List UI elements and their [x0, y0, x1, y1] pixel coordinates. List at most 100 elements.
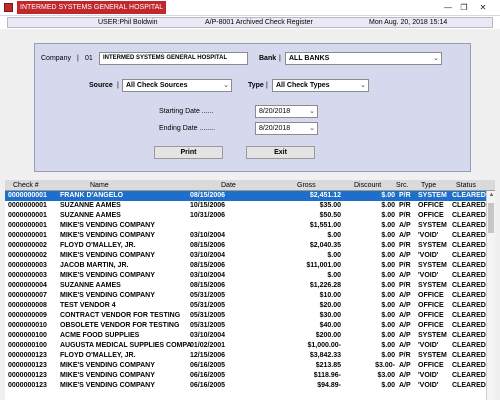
- table-row[interactable]: 0000000001 MIKE'S VENDING COMPANY $1,551.0…: [5, 221, 486, 231]
- date-cell: 08/15/2006: [190, 262, 226, 269]
- source-cell: A/P: [399, 382, 411, 389]
- status-cell: CLEARED: [452, 212, 486, 219]
- discount-cell: $.00: [381, 212, 395, 219]
- table-row[interactable]: 0000000001 SUZANNE AAMES 10/31/2006 $50.50 $…: [5, 211, 486, 221]
- type-select[interactable]: All Check Types ⌄: [272, 79, 369, 92]
- col-src[interactable]: Src.: [396, 181, 408, 190]
- status-cell: CLEARED: [452, 372, 486, 379]
- bank-value: ALL BANKS: [289, 55, 330, 62]
- exit-button[interactable]: Exit: [246, 146, 315, 159]
- payee-name-cell: MIKE'S VENDING COMPANY: [60, 292, 155, 299]
- check-number-cell: 0000000008: [8, 302, 47, 309]
- payee-name-cell: SUZANNE AAMES: [60, 282, 121, 289]
- status-cell: CLEARED: [452, 352, 486, 359]
- end-date-label: Ending Date ........: [159, 125, 216, 132]
- bank-select[interactable]: ALL BANKS ⌄: [285, 52, 442, 65]
- payee-name-cell: JACOB MARTIN, JR.: [60, 262, 129, 269]
- table-row[interactable]: 0000000100 AUGUSTA MEDICAL SUPPLIES COMPA…: [5, 341, 486, 351]
- discount-cell: $.00: [381, 302, 395, 309]
- status-cell: CLEARED: [452, 342, 486, 349]
- chevron-down-icon: ⌄: [433, 55, 439, 62]
- date-cell: 06/16/2005: [190, 382, 226, 389]
- print-button[interactable]: Print: [154, 146, 223, 159]
- payee-name-cell: OBSOLETE VENDOR FOR TESTING: [60, 322, 180, 329]
- col-gross[interactable]: Gross: [297, 181, 316, 190]
- type-cell: SYSTEM: [418, 262, 447, 269]
- table-row[interactable]: 0000000004 SUZANNE AAMES 08/15/2006 $1,226.…: [5, 281, 486, 291]
- table-row[interactable]: 0000000001 MIKE'S VENDING COMPANY 03/10/20…: [5, 231, 486, 241]
- payee-name-cell: MIKE'S VENDING COMPANY: [60, 382, 155, 389]
- discount-cell: $.00: [381, 242, 395, 249]
- payee-name-cell: MIKE'S VENDING COMPANY: [60, 372, 155, 379]
- payee-name-cell: FLOYD O'MALLEY, JR.: [60, 242, 136, 249]
- company-field[interactable]: INTERMED SYSTEMS GENERAL HOSPITAL: [99, 52, 248, 65]
- col-name[interactable]: Name: [90, 181, 109, 190]
- check-number-cell: 0000000010: [8, 322, 47, 329]
- source-cell: A/P: [399, 312, 411, 319]
- table-row[interactable]: 0000000001 SUZANNE AAMES 10/15/2006 $35.00 $…: [5, 201, 486, 211]
- col-status[interactable]: Status: [456, 181, 476, 190]
- date-cell: 08/15/2006: [190, 242, 226, 249]
- minimize-button[interactable]: —: [441, 2, 455, 14]
- table-row[interactable]: 0000000123 MIKE'S VENDING COMPANY 06/16/20…: [5, 371, 486, 381]
- col-discount[interactable]: Discount: [354, 181, 381, 190]
- table-row[interactable]: 0000000003 MIKE'S VENDING COMPANY 03/10/20…: [5, 271, 486, 281]
- scroll-up-icon[interactable]: ▲: [487, 191, 496, 200]
- table-row[interactable]: 0000000123 FLOYD O'MALLEY, JR. 12/15/2006 $…: [5, 351, 486, 361]
- check-number-cell: 0000000003: [8, 262, 47, 269]
- app-icon: [4, 3, 13, 12]
- restore-button[interactable]: ❐: [457, 2, 471, 14]
- check-number-cell: 0000000002: [8, 242, 47, 249]
- check-number-cell: 0000000004: [8, 282, 47, 289]
- gross-cell: $200.00: [315, 332, 341, 339]
- chevron-down-icon: ⌄: [309, 108, 315, 115]
- close-button[interactable]: ✕: [476, 2, 490, 14]
- table-row[interactable]: 0000000007 MIKE'S VENDING COMPANY 05/31/20…: [5, 291, 486, 301]
- chevron-down-icon: ⌄: [223, 82, 229, 89]
- status-cell: CLEARED: [452, 252, 486, 259]
- source-select[interactable]: All Check Sources ⌄: [122, 79, 232, 92]
- type-cell: 'VOID': [418, 382, 439, 389]
- source-cell: P/R: [399, 212, 411, 219]
- table-row[interactable]: 0000000002 FLOYD O'MALLEY, JR. 08/15/2006 $…: [5, 241, 486, 251]
- date-cell: 05/31/2005: [190, 302, 226, 309]
- table-row[interactable]: 0000000123 MIKE'S VENDING COMPANY 06/16/20…: [5, 381, 486, 391]
- status-cell: CLEARED: [452, 242, 486, 249]
- check-number-cell: 0000000123: [8, 352, 47, 359]
- table-row[interactable]: 0000000002 MIKE'S VENDING COMPANY 03/10/20…: [5, 251, 486, 261]
- date-cell: 12/15/2006: [190, 352, 226, 359]
- type-cell: 'VOID': [418, 232, 439, 239]
- table-row[interactable]: 0000000008 TEST VENDOR 4 05/31/2005 $20.00 $…: [5, 301, 486, 311]
- date-cell: 03/10/2004: [190, 252, 226, 259]
- start-date-field[interactable]: 8/20/2018 ⌄: [255, 105, 318, 118]
- status-cell: CLEARED: [452, 362, 486, 369]
- table-row[interactable]: 0000000123 MIKE'S VENDING COMPANY 06/16/20…: [5, 361, 486, 371]
- type-cell: 'VOID': [418, 342, 439, 349]
- datetime-label: Mon Aug. 20, 2018 15:14: [369, 19, 448, 26]
- discount-cell: $.00: [381, 222, 395, 229]
- table-row[interactable]: 0000000100 ACME FOOD SUPPLIES 03/10/2004 $2…: [5, 331, 486, 341]
- table-row[interactable]: 0000000003 JACOB MARTIN, JR. 08/15/2006 $11…: [5, 261, 486, 271]
- company-code: 01: [85, 55, 93, 62]
- payee-name-cell: AUGUSTA MEDICAL SUPPLIES COMPA: [60, 342, 192, 349]
- col-date[interactable]: Date: [221, 181, 236, 190]
- table-row[interactable]: 0000000001 FRANK D'ANGELO 08/15/2006 $2,451…: [5, 191, 486, 201]
- gross-cell: $10.00: [319, 292, 341, 299]
- type-cell: SYSTEM: [418, 352, 447, 359]
- scroll-thumb[interactable]: [488, 203, 494, 233]
- gross-cell: $213.85: [315, 362, 341, 369]
- table-row[interactable]: 0000000009 CONTRACT VENDOR FOR TESTING 05/…: [5, 311, 486, 321]
- source-cell: P/R: [399, 192, 411, 199]
- col-type[interactable]: Type: [421, 181, 436, 190]
- vertical-scrollbar[interactable]: ▲: [486, 191, 495, 400]
- type-cell: 'VOID': [418, 372, 439, 379]
- col-check[interactable]: Check #: [13, 181, 39, 190]
- end-date-field[interactable]: 8/20/2018 ⌄: [255, 122, 318, 135]
- status-cell: CLEARED: [452, 222, 486, 229]
- payee-name-cell: MIKE'S VENDING COMPANY: [60, 252, 155, 259]
- type-cell: OFFICE: [418, 362, 444, 369]
- filter-panel: Company | 01 INTERMED SYSTEMS GENERAL HO…: [34, 43, 471, 172]
- date-cell: 06/16/2005: [190, 372, 226, 379]
- status-cell: CLEARED: [452, 192, 486, 199]
- table-row[interactable]: 0000000010 OBSOLETE VENDOR FOR TESTING 05/…: [5, 321, 486, 331]
